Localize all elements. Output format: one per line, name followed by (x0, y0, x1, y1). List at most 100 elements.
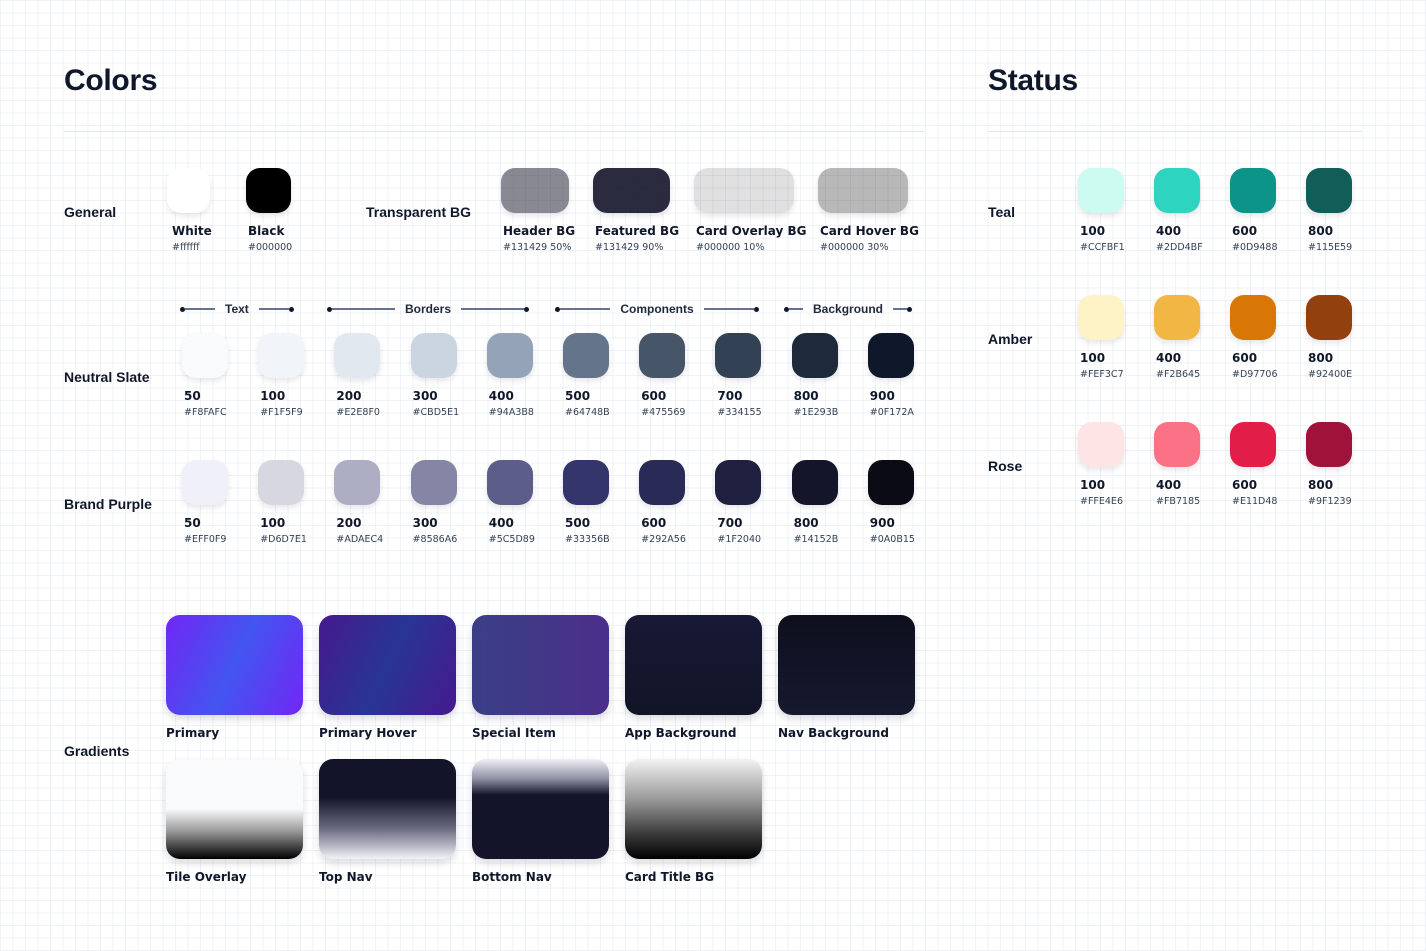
gradient-name: Bottom Nav (472, 870, 552, 884)
gradient-chip (625, 615, 762, 715)
swatch-name: 100 (1080, 351, 1106, 365)
swatch-chip (258, 333, 305, 378)
swatch-chip (593, 168, 670, 213)
swatch-chip (639, 333, 686, 378)
rose-label: Rose (988, 458, 1023, 474)
swatch-hex: #334155 (717, 407, 762, 418)
swatch-name: 400 (488, 389, 514, 403)
swatch-name: 500 (565, 516, 591, 530)
gradient-chip (319, 615, 456, 715)
swatch-chip (791, 460, 838, 505)
swatch-name: 200 (336, 516, 362, 530)
swatch-hex: #64748B (565, 407, 610, 418)
group-line (185, 308, 215, 310)
swatch-name: 500 (565, 389, 591, 403)
swatch-hex: #0F172A (869, 407, 914, 418)
swatch-name: 400 (488, 516, 514, 530)
swatch-name: 50 (184, 389, 201, 403)
swatch-chip (715, 460, 762, 505)
swatch-hex: #475569 (641, 407, 686, 418)
gradient-name: Top Nav (319, 870, 373, 884)
group-header-background: Background (784, 301, 913, 317)
swatch-name: 50 (184, 516, 201, 530)
swatch-name: 900 (869, 516, 895, 530)
gradient-chip (319, 759, 456, 859)
swatch-hex: #5C5D89 (488, 534, 535, 545)
swatch-hex: #FFE4E6 (1080, 496, 1123, 507)
swatch-chip (694, 168, 794, 213)
gradient-chip (166, 615, 303, 715)
swatch-chip (182, 333, 228, 378)
swatch-hex: #131429 90% (595, 242, 664, 253)
swatch-hex: #F2B645 (1156, 369, 1201, 380)
swatch-hex: #115E59 (1308, 242, 1353, 253)
swatch-hex: #E11D48 (1232, 496, 1278, 507)
swatch-chip (246, 168, 291, 213)
swatch-hex: #92400E (1308, 369, 1353, 380)
swatch-chip (501, 168, 569, 213)
group-title: Borders (405, 302, 452, 316)
colors-divider (64, 131, 924, 132)
swatch-hex: #1E293B (793, 407, 839, 418)
swatch-name: 100 (260, 389, 286, 403)
swatch-chip (410, 460, 457, 505)
swatch-name: 300 (412, 516, 438, 530)
teal-label: Teal (988, 204, 1015, 220)
swatch-name: 400 (1156, 478, 1182, 492)
swatch-name: 100 (1080, 478, 1106, 492)
swatch-chip (1230, 295, 1276, 340)
swatch-name: 100 (260, 516, 286, 530)
swatch-hex: #F1F5F9 (260, 407, 303, 418)
swatch-hex: #000000 (248, 242, 293, 253)
swatch-chip (1078, 422, 1124, 467)
dot-icon (907, 306, 913, 312)
swatch-chip (1154, 422, 1200, 467)
swatch-chip (563, 333, 609, 378)
neutral-slate-label: Neutral Slate (64, 369, 150, 385)
swatch-hex: #000000 10% (696, 242, 765, 253)
gradient-name: App Background (625, 726, 737, 740)
gradient-chip (472, 759, 609, 859)
swatch-name: 700 (717, 516, 743, 530)
swatch-chip (167, 168, 210, 213)
amber-label: Amber (988, 331, 1033, 347)
group-line (703, 308, 755, 310)
gradient-name: Special Item (472, 726, 556, 740)
swatch-hex: #FB7185 (1156, 496, 1201, 507)
swatch-name: 400 (1156, 224, 1182, 238)
gradient-name: Primary Hover (319, 726, 417, 740)
group-line (461, 308, 525, 310)
group-line (789, 308, 803, 310)
group-line (258, 308, 289, 310)
general-label: General (64, 204, 117, 220)
swatch-name: Black (248, 224, 285, 238)
swatch-hex: #0A0B15 (869, 534, 915, 545)
swatch-chip (639, 460, 686, 505)
swatch-chip (1230, 168, 1276, 213)
swatch-chip (1306, 295, 1352, 340)
swatch-chip (486, 460, 533, 505)
swatch-name: 800 (1308, 478, 1334, 492)
dot-icon (524, 306, 530, 312)
swatch-chip (791, 333, 838, 378)
swatch-name: 600 (1232, 351, 1258, 365)
swatch-name: 800 (1308, 224, 1334, 238)
group-line (559, 308, 611, 310)
transparent-bg-label: Transparent BG (366, 204, 472, 220)
group-header-text: Text (180, 301, 302, 317)
swatch-chip (410, 333, 457, 378)
swatch-hex: #000000 30% (820, 242, 889, 253)
swatch-name: 700 (717, 389, 743, 403)
swatch-chip (1306, 422, 1352, 467)
gradient-name: Card Title BG (625, 870, 715, 884)
swatch-name: 400 (1156, 351, 1182, 365)
swatch-name: Header BG (503, 224, 576, 238)
swatch-chip (563, 460, 609, 505)
swatch-chip (1230, 422, 1276, 467)
swatch-name: Card Hover BG (820, 224, 919, 238)
swatch-hex: #2DD4BF (1156, 242, 1203, 253)
swatch-hex: #9F1239 (1308, 496, 1352, 507)
swatch-name: White (172, 224, 212, 238)
swatch-chip (1078, 295, 1124, 340)
swatch-hex: #131429 50% (503, 242, 572, 253)
